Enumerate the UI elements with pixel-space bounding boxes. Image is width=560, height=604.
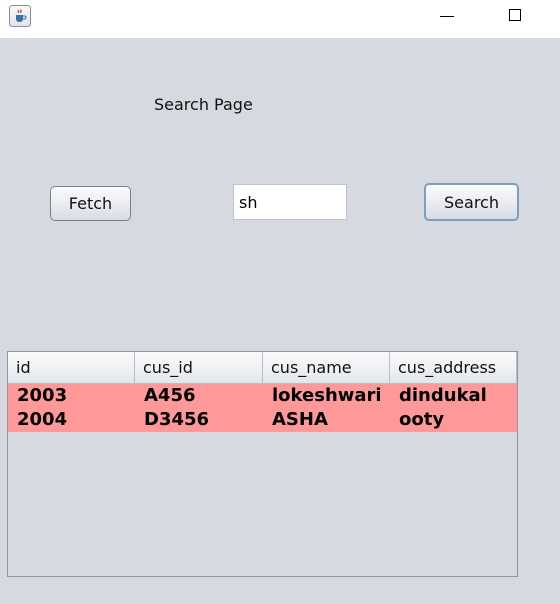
search-input[interactable] (233, 184, 347, 220)
table-header: id cus_id cus_name cus_address (8, 352, 517, 384)
column-header-cus-id[interactable]: cus_id (135, 352, 263, 384)
column-header-id[interactable]: id (8, 352, 135, 384)
java-coffee-cup-icon[interactable] (9, 5, 31, 27)
maximize-icon[interactable] (492, 0, 538, 32)
fetch-button[interactable]: Fetch (50, 186, 131, 221)
cell-cus-address: ooty (399, 409, 445, 430)
cell-cus-id: A456 (144, 385, 196, 406)
minimize-icon[interactable] (423, 0, 469, 32)
cell-id: 2003 (17, 385, 68, 406)
page-title: Search Page (154, 95, 253, 114)
table-row[interactable]: 2004 D3456 ASHA ooty (8, 408, 517, 432)
cell-id: 2004 (17, 409, 68, 430)
search-button[interactable]: Search (424, 183, 519, 221)
column-header-cus-name[interactable]: cus_name (263, 352, 390, 384)
results-table[interactable]: id cus_id cus_name cus_address 2003 A456… (7, 351, 518, 577)
cell-cus-name: lokeshwari (272, 385, 382, 406)
table-row[interactable]: 2003 A456 lokeshwari dindukal (8, 384, 517, 408)
cell-cus-id: D3456 (144, 409, 210, 430)
column-header-cus-address[interactable]: cus_address (390, 352, 517, 384)
title-bar (0, 0, 560, 38)
cell-cus-address: dindukal (399, 385, 487, 406)
cell-cus-name: ASHA (272, 409, 328, 430)
